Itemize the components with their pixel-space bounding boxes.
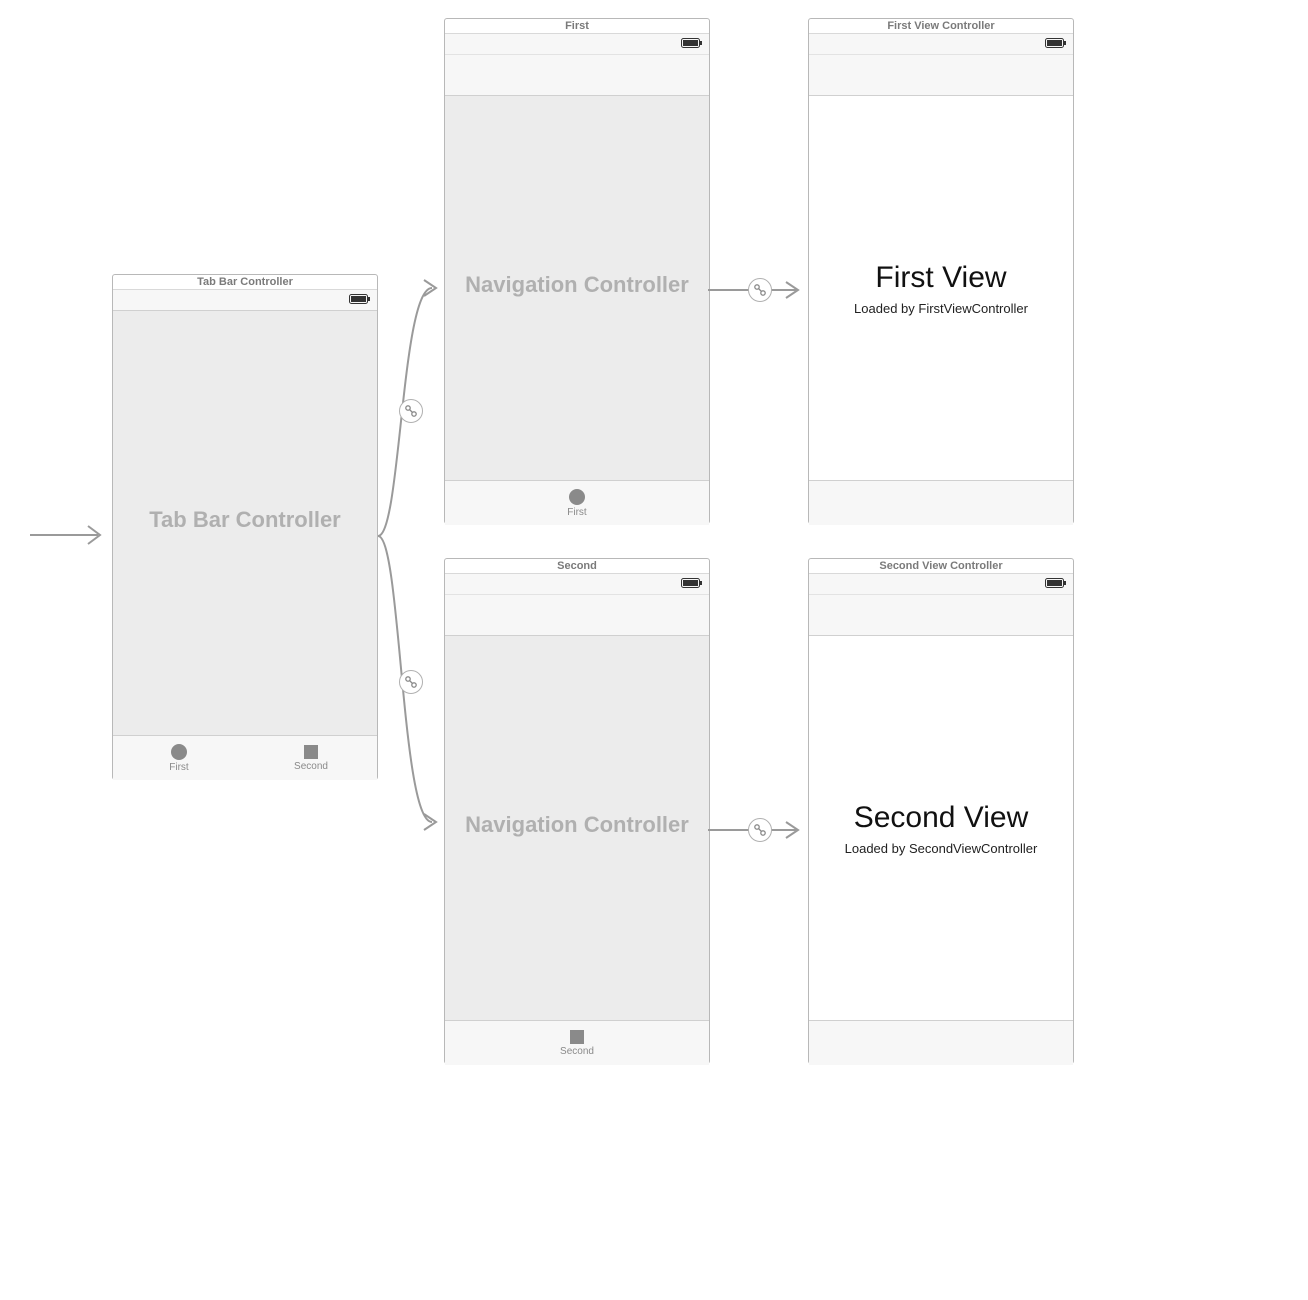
tab-item-second[interactable]: Second (550, 1021, 604, 1065)
tab-item-second[interactable]: Second (245, 736, 377, 780)
square-icon (304, 745, 318, 759)
status-bar (809, 34, 1073, 55)
navigation-bar (809, 595, 1073, 636)
tab-item-first[interactable]: First (557, 481, 596, 525)
status-bar (445, 574, 709, 595)
tab-bar: Second (445, 1020, 709, 1065)
status-bar (809, 574, 1073, 595)
scene-title: First (445, 19, 709, 34)
tab-label: Second (560, 1046, 594, 1057)
scene-nav-first[interactable]: First Navigation Controller First (444, 18, 710, 524)
view-heading: Second View (854, 801, 1029, 835)
scene-second-vc[interactable]: Second View Controller Second View Loade… (808, 558, 1074, 1064)
tab-bar-placeholder (809, 1020, 1073, 1065)
scene-title: Second (445, 559, 709, 574)
placeholder-label: Tab Bar Controller (113, 507, 377, 533)
view-subtitle: Loaded by SecondViewController (845, 841, 1038, 856)
tab-label: First (169, 762, 188, 773)
tab-bar: First (445, 480, 709, 525)
navigation-bar (809, 55, 1073, 96)
battery-icon (681, 578, 703, 588)
navigation-bar (445, 55, 709, 96)
battery-icon (681, 38, 703, 48)
status-bar (445, 34, 709, 55)
scene-tab-bar-controller[interactable]: Tab Bar Controller Tab Bar Controller Fi… (112, 274, 378, 780)
tab-label: Second (294, 761, 328, 772)
placeholder-label: Navigation Controller (445, 272, 709, 298)
segue-relationship-icon[interactable] (399, 670, 423, 694)
circle-icon (171, 744, 187, 760)
navigation-bar (445, 595, 709, 636)
tab-item-first[interactable]: First (113, 736, 245, 780)
segue-relationship-icon[interactable] (748, 818, 772, 842)
scene-title: First View Controller (809, 19, 1073, 34)
scene-title: Tab Bar Controller (113, 275, 377, 290)
battery-icon (1045, 38, 1067, 48)
segue-relationship-icon[interactable] (748, 278, 772, 302)
circle-icon (569, 489, 585, 505)
tab-bar: First Second (113, 735, 377, 780)
scene-title: Second View Controller (809, 559, 1073, 574)
entry-arrow (30, 520, 110, 550)
battery-icon (349, 294, 371, 304)
placeholder-label: Navigation Controller (445, 812, 709, 838)
square-icon (570, 1030, 584, 1044)
scene-first-vc[interactable]: First View Controller First View Loaded … (808, 18, 1074, 524)
view-heading: First View (875, 261, 1006, 295)
segue-relationship-icon[interactable] (399, 399, 423, 423)
scene-nav-second[interactable]: Second Navigation Controller Second (444, 558, 710, 1064)
storyboard-canvas[interactable]: Tab Bar Controller Tab Bar Controller Fi… (0, 0, 1308, 1300)
view-subtitle: Loaded by FirstViewController (854, 301, 1028, 316)
status-bar (113, 290, 377, 311)
tab-label: First (567, 507, 586, 518)
battery-icon (1045, 578, 1067, 588)
tab-bar-placeholder (809, 480, 1073, 525)
